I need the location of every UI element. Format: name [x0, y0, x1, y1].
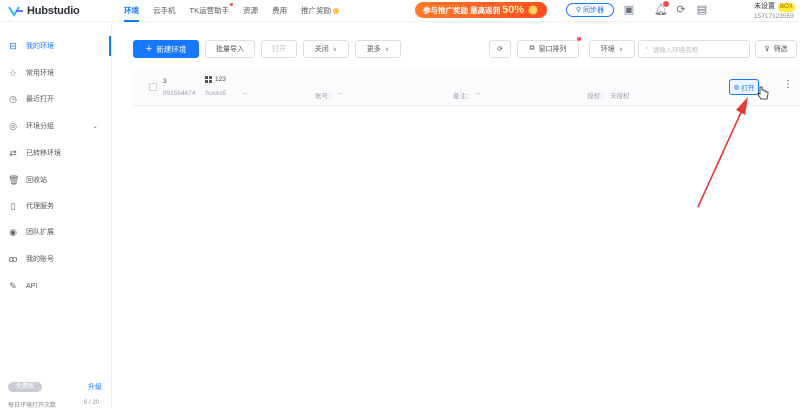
logo[interactable]: Hubstudio: [8, 4, 80, 18]
batch-import-button[interactable]: 批量导入: [205, 40, 255, 58]
account-value: --: [338, 90, 343, 97]
promo-banner[interactable]: 参与推广奖励 最高返佣 50%: [415, 2, 547, 18]
row-checkbox[interactable]: [149, 83, 157, 91]
note-value: --: [476, 90, 481, 97]
sidebar-item-recycle-bin[interactable]: 🗑︎ 回收站: [8, 173, 108, 187]
table-row[interactable]: 3 891554674 123 Socks5 -- 账号： -- 备注： -- …: [133, 70, 800, 106]
notification-badge: [663, 1, 669, 7]
sidebar-item-account[interactable]: ꝏ 我的账号: [8, 252, 108, 266]
account-label: 账号：: [315, 93, 335, 100]
sidebar-item-proxy[interactable]: ▯ 代理服务: [8, 199, 108, 213]
sidebar-item-groups[interactable]: ◎ 环境分组 ⌄: [8, 119, 108, 133]
chevron-down-icon: ⌄: [92, 123, 98, 130]
vip-badge: BOX: [778, 3, 795, 12]
new-dot: [577, 37, 581, 41]
clock-icon: ◷: [9, 94, 17, 104]
user-icon: ꝏ: [8, 254, 18, 264]
copy-icon: ⧉: [529, 45, 535, 52]
proxy-icon: ▯: [10, 201, 16, 211]
chevron-down-icon: ∨: [618, 46, 624, 53]
api-icon: ✎: [9, 281, 17, 291]
row-id: 891554674: [163, 90, 196, 97]
logo-text: Hubstudio: [27, 5, 80, 17]
monitor-icon: ⊟: [9, 41, 17, 51]
logo-mark-icon: [8, 6, 23, 17]
refresh-icon: ⟳: [497, 46, 503, 53]
upgrade-link[interactable]: 升级: [88, 382, 102, 392]
team-icon: ◉: [9, 227, 17, 237]
star-icon: ☆: [8, 68, 18, 78]
document-icon[interactable]: ▤: [696, 4, 708, 16]
transfer-icon: ⇄: [9, 148, 17, 158]
sync-icon: ⚲: [575, 7, 582, 14]
open-environment-button[interactable]: ◍ 打开: [729, 79, 759, 95]
nav-tab-cloud-phone[interactable]: 云手机: [153, 5, 176, 16]
auth-value: 未授权: [610, 93, 630, 100]
main-nav: 环境 云手机 TK运营助手 资源 费用 推广奖励: [124, 3, 340, 22]
sidebar-item-team[interactable]: ◉ 团队扩展: [8, 225, 108, 239]
multi-window-icon[interactable]: ▣: [623, 4, 635, 16]
user-profile[interactable]: 未设置 BOX 15717123559: [754, 2, 795, 21]
sidebar: ⊟ 我的环境 ☆ 常用环境 ◷ 最近打开 ◎ 环境分组 ⌄ ⇄ 已转移环境 🗑︎…: [0, 22, 112, 408]
proxy-type: Socks5: [205, 90, 227, 97]
sidebar-item-my-environments[interactable]: ⊟ 我的环境: [8, 39, 108, 53]
refresh-button[interactable]: ⟳: [489, 40, 511, 58]
filter-button[interactable]: ⊽ 筛选: [755, 40, 797, 58]
top-bar: Hubstudio 环境 云手机 TK运营助手 资源 费用 推广奖励 参与推广奖…: [0, 0, 800, 22]
search-icon: ⌕: [645, 45, 649, 52]
note-label: 备注：: [453, 93, 473, 100]
proxy-value: --: [243, 90, 248, 97]
more-vertical-icon[interactable]: ⋮: [783, 80, 793, 90]
active-indicator: [109, 36, 111, 56]
new-environment-button[interactable]: + 新建环境: [133, 40, 199, 58]
funnel-icon: ⊽: [764, 46, 770, 53]
trash-icon: 🗑︎: [8, 175, 20, 185]
nav-tab-resources[interactable]: 资源: [243, 5, 258, 16]
auth-label: 授权：: [587, 93, 607, 100]
plan-badge: 免费版: [8, 382, 42, 392]
sidebar-item-recent[interactable]: ◷ 最近打开: [8, 92, 108, 106]
user-phone: 15717123559: [754, 13, 794, 20]
nav-tab-tk-assistant[interactable]: TK运营助手: [190, 3, 234, 16]
env-name[interactable]: 123: [205, 76, 226, 83]
coin-icon: [333, 8, 340, 15]
quota-label: 每日环境打开次数: [8, 403, 57, 408]
nav-tab-environment[interactable]: 环境: [124, 5, 139, 22]
environment-select[interactable]: 环境 ∨: [589, 40, 635, 58]
new-dot: [230, 3, 234, 6]
plus-icon: +: [145, 42, 153, 55]
chevron-down-icon: ∨: [384, 46, 390, 53]
sidebar-item-transferred[interactable]: ⇄ 已转移环境: [8, 146, 108, 160]
browser-icon: ◍: [733, 84, 740, 91]
close-dropdown-button[interactable]: 关闭 ∨: [303, 40, 349, 58]
annotation-arrow: [697, 97, 748, 208]
folder-icon: ◎: [9, 121, 17, 131]
hand-cursor-icon: [757, 86, 769, 100]
open-selected-button[interactable]: 打开: [261, 40, 297, 58]
sync-button[interactable]: ⚲ 同步器: [566, 3, 614, 17]
coin-icon: [528, 5, 539, 15]
nav-tab-referral[interactable]: 推广奖励: [301, 5, 340, 16]
refresh-circle-icon[interactable]: ⟳: [675, 4, 687, 16]
grid-icon: [205, 76, 212, 83]
sidebar-item-api[interactable]: ✎ API: [8, 279, 108, 293]
window-arrange-button[interactable]: ⧉ 窗口排列: [517, 40, 579, 58]
user-name: 未设置: [754, 3, 775, 10]
quota-value: 6 / 20: [84, 400, 100, 406]
chevron-down-icon: ∨: [332, 46, 338, 53]
row-serial: 3: [163, 78, 167, 85]
nav-tab-billing[interactable]: 费用: [272, 5, 287, 16]
sidebar-item-favorites[interactable]: ☆ 常用环境: [8, 66, 108, 80]
search-input[interactable]: ⌕ 请输入环境名称: [638, 40, 750, 58]
bell-icon[interactable]: 🔔︎: [654, 1, 669, 16]
more-dropdown-button[interactable]: 更多 ∨: [355, 40, 401, 58]
